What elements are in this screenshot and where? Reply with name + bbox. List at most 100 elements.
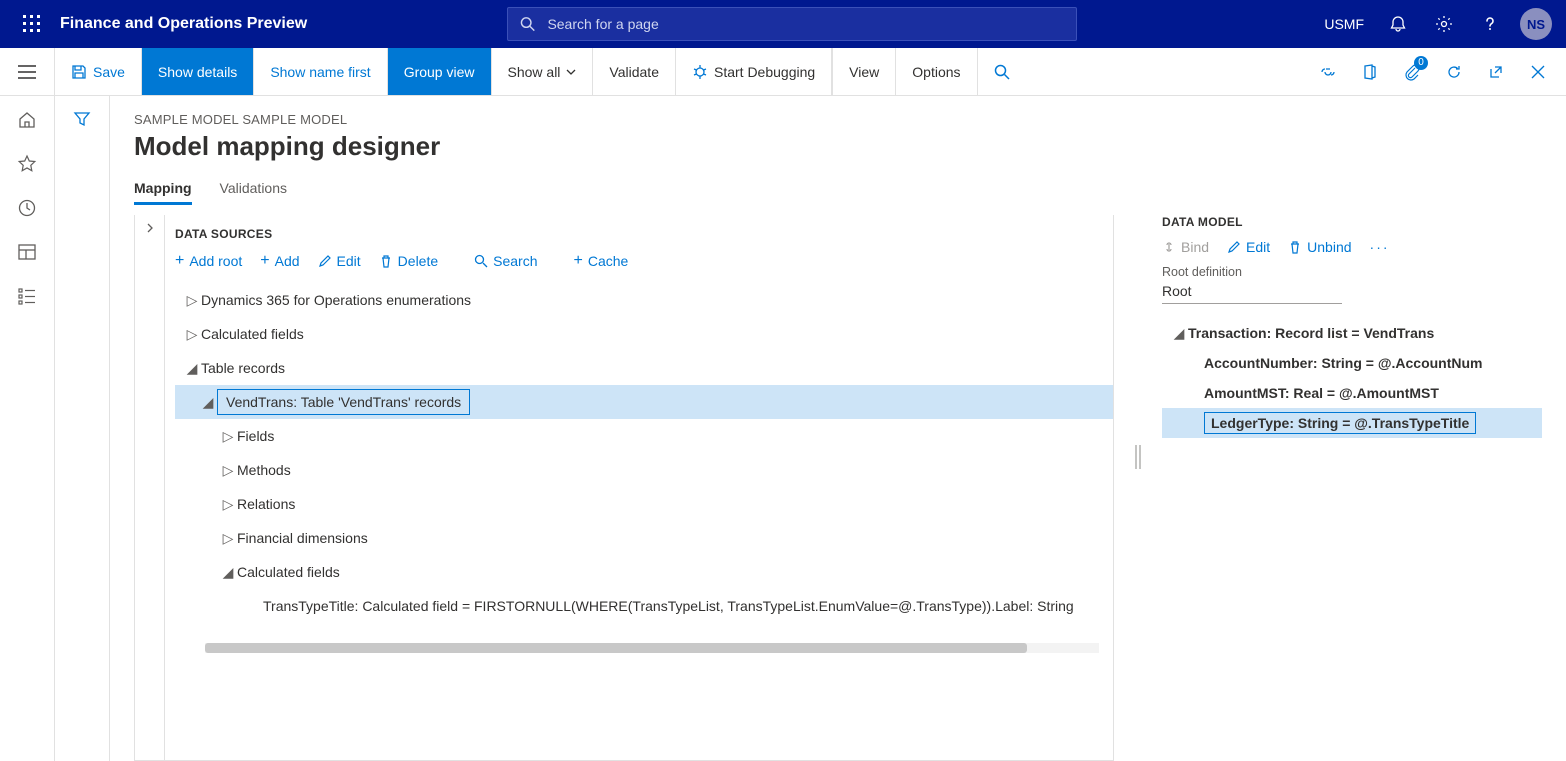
debug-icon bbox=[692, 64, 708, 80]
dm-tree: ◢Transaction: Record list = VendTrans Ac… bbox=[1162, 318, 1542, 438]
tree-row[interactable]: ▷Relations bbox=[175, 487, 1113, 521]
nav-toggle-button[interactable] bbox=[0, 48, 55, 95]
office-icon[interactable] bbox=[1350, 48, 1390, 96]
avatar-initials: NS bbox=[1520, 8, 1552, 40]
ds-toolbar: +Add root +Add Edit Delete Search +Cache bbox=[175, 251, 1113, 279]
plus-icon: + bbox=[260, 253, 269, 269]
settings-icon[interactable] bbox=[1422, 0, 1466, 48]
search-button[interactable]: Search bbox=[474, 253, 537, 269]
edit-button[interactable]: Edit bbox=[318, 253, 361, 269]
options-button[interactable]: Options bbox=[896, 48, 977, 95]
command-bar: Save Show details Show name first Group … bbox=[0, 48, 1566, 96]
cache-button[interactable]: +Cache bbox=[574, 253, 629, 269]
search-icon bbox=[474, 254, 488, 268]
recent-icon[interactable] bbox=[17, 198, 37, 218]
expand-icon[interactable]: ▷ bbox=[183, 292, 201, 309]
show-details-button[interactable]: Show details bbox=[142, 48, 254, 95]
delete-button[interactable]: Delete bbox=[379, 253, 438, 269]
tree-row[interactable]: ◢Calculated fields bbox=[175, 555, 1113, 589]
tree-row[interactable]: ▷Dynamics 365 for Operations enumeration… bbox=[175, 283, 1113, 317]
workspaces-icon[interactable] bbox=[17, 242, 37, 262]
tree-row-selected[interactable]: LedgerType: String = @.TransTypeTitle bbox=[1162, 408, 1542, 438]
refresh-icon[interactable] bbox=[1434, 48, 1474, 96]
tree-row[interactable]: TransTypeTitle: Calculated field = FIRST… bbox=[175, 589, 1113, 623]
tree-row[interactable]: ◢Table records bbox=[175, 351, 1113, 385]
expand-icon[interactable]: ▷ bbox=[183, 326, 201, 343]
app-launcher-icon[interactable] bbox=[8, 0, 56, 48]
trash-icon bbox=[379, 254, 393, 268]
attachments-badge: 0 bbox=[1414, 56, 1428, 70]
tree-row[interactable]: AmountMST: Real = @.AmountMST bbox=[1162, 378, 1542, 408]
attachments-icon[interactable]: 0 bbox=[1392, 48, 1432, 96]
splitter-handle[interactable] bbox=[1130, 215, 1146, 761]
favorites-icon[interactable] bbox=[17, 154, 37, 174]
user-avatar[interactable]: NS bbox=[1514, 0, 1558, 48]
collapse-icon[interactable]: ◢ bbox=[1170, 325, 1188, 342]
popout-icon[interactable] bbox=[1476, 48, 1516, 96]
tree-row[interactable]: AccountNumber: String = @.AccountNum bbox=[1162, 348, 1542, 378]
page-title: Model mapping designer bbox=[134, 131, 1542, 162]
collapse-icon[interactable]: ◢ bbox=[199, 394, 217, 411]
left-rail bbox=[0, 96, 55, 761]
workspace: SAMPLE MODEL SAMPLE MODEL Model mapping … bbox=[0, 96, 1566, 761]
tree-row[interactable]: ◢Transaction: Record list = VendTrans bbox=[1162, 318, 1542, 348]
link-icon bbox=[1162, 240, 1176, 254]
expand-icon[interactable]: ▷ bbox=[219, 530, 237, 547]
save-button[interactable]: Save bbox=[55, 48, 142, 95]
view-button[interactable]: View bbox=[832, 48, 896, 95]
tree-row-selected[interactable]: ◢VendTrans: Table 'VendTrans' records bbox=[175, 385, 1113, 419]
search-icon bbox=[520, 16, 535, 32]
tabs: Mapping Validations bbox=[134, 180, 1542, 205]
main-content: SAMPLE MODEL SAMPLE MODEL Model mapping … bbox=[110, 96, 1566, 761]
global-search[interactable] bbox=[507, 7, 1077, 41]
trash-icon bbox=[1288, 240, 1302, 254]
tab-mapping[interactable]: Mapping bbox=[134, 180, 192, 205]
tree-row[interactable]: ▷Calculated fields bbox=[175, 317, 1113, 351]
tree-row[interactable]: ▷Fields bbox=[175, 419, 1113, 453]
company-label[interactable]: USMF bbox=[1314, 0, 1374, 48]
root-definition-value[interactable]: Root bbox=[1162, 279, 1342, 304]
more-button[interactable]: ··· bbox=[1370, 239, 1390, 255]
breadcrumb: SAMPLE MODEL SAMPLE MODEL bbox=[134, 112, 1542, 127]
filter-icon[interactable] bbox=[73, 110, 91, 761]
show-all-dropdown[interactable]: Show all bbox=[492, 48, 594, 95]
group-view-label: Group view bbox=[404, 64, 475, 80]
modules-icon[interactable] bbox=[17, 286, 37, 306]
expand-icon[interactable]: ▷ bbox=[219, 496, 237, 513]
tab-validations[interactable]: Validations bbox=[220, 180, 287, 205]
collapse-icon[interactable]: ◢ bbox=[183, 360, 201, 377]
notifications-icon[interactable] bbox=[1376, 0, 1420, 48]
edit-button[interactable]: Edit bbox=[1227, 239, 1270, 255]
unbind-button[interactable]: Unbind bbox=[1288, 239, 1351, 255]
options-label: Options bbox=[912, 64, 960, 80]
collapse-toggle[interactable] bbox=[135, 215, 165, 760]
add-root-button[interactable]: +Add root bbox=[175, 253, 242, 269]
plus-icon: + bbox=[175, 253, 184, 269]
hscrollbar[interactable] bbox=[205, 643, 1099, 653]
expand-icon[interactable]: ▷ bbox=[219, 428, 237, 445]
show-name-first-button[interactable]: Show name first bbox=[254, 48, 387, 95]
group-view-button[interactable]: Group view bbox=[388, 48, 492, 95]
split-panels: DATA SOURCES +Add root +Add Edit Delete … bbox=[134, 215, 1542, 761]
collapse-icon[interactable]: ◢ bbox=[219, 564, 237, 581]
help-icon[interactable] bbox=[1468, 0, 1512, 48]
bind-button: Bind bbox=[1162, 239, 1209, 255]
root-definition-label: Root definition bbox=[1162, 265, 1542, 279]
expand-icon[interactable]: ▷ bbox=[219, 462, 237, 479]
filter-column bbox=[55, 96, 110, 761]
start-debugging-button[interactable]: Start Debugging bbox=[676, 48, 832, 95]
tree-row[interactable]: ▷Financial dimensions bbox=[175, 521, 1113, 555]
link-icon[interactable] bbox=[1308, 48, 1348, 96]
plus-icon: + bbox=[574, 253, 583, 269]
show-name-first-label: Show name first bbox=[270, 64, 370, 80]
close-icon[interactable] bbox=[1518, 48, 1558, 96]
search-input[interactable] bbox=[545, 15, 1064, 33]
data-sources-panel: DATA SOURCES +Add root +Add Edit Delete … bbox=[134, 215, 1114, 761]
add-button[interactable]: +Add bbox=[260, 253, 299, 269]
home-icon[interactable] bbox=[17, 110, 37, 130]
chevron-right-icon bbox=[145, 223, 155, 233]
tree-row[interactable]: ▷Methods bbox=[175, 453, 1113, 487]
validate-button[interactable]: Validate bbox=[593, 48, 676, 95]
find-button[interactable] bbox=[978, 48, 1026, 95]
validate-label: Validate bbox=[609, 64, 659, 80]
